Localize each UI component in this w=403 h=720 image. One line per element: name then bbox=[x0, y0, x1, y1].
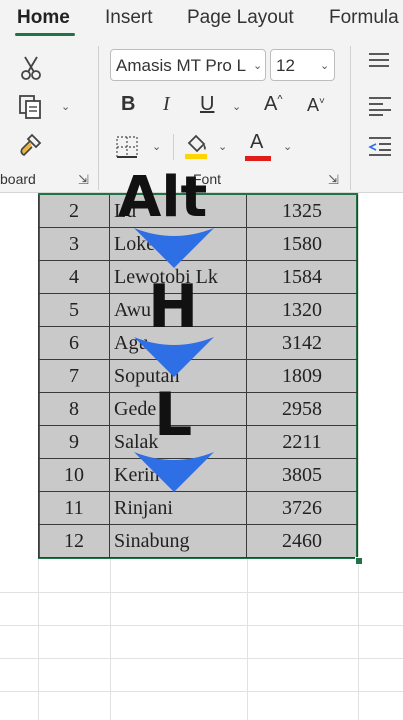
fill-color-icon[interactable] bbox=[183, 132, 209, 164]
gridline bbox=[0, 658, 403, 659]
elevation-cell[interactable]: 1325 bbox=[247, 195, 358, 228]
tab-page-layout[interactable]: Page Layout bbox=[187, 7, 294, 29]
font-color-chevron-icon[interactable]: ⌄ bbox=[283, 140, 292, 153]
copy-icon[interactable] bbox=[18, 94, 44, 124]
elevation-cell[interactable]: 3142 bbox=[247, 327, 358, 360]
row-number-cell[interactable]: 7 bbox=[38, 360, 110, 393]
shrink-font-letter: A bbox=[307, 95, 320, 115]
font-size-value: 12 bbox=[276, 56, 295, 75]
format-divider bbox=[173, 134, 174, 160]
borders-icon[interactable] bbox=[116, 136, 138, 162]
elevation-cell[interactable]: 2211 bbox=[247, 426, 358, 459]
group-divider bbox=[98, 46, 99, 190]
caret-down-icon: ˅ bbox=[319, 96, 325, 107]
mountain-name-cell[interactable]: Sinabung bbox=[110, 525, 247, 558]
elevation-cell[interactable]: 3805 bbox=[247, 459, 358, 492]
clipboard-group-label: board bbox=[0, 171, 36, 187]
font-size-chevron-icon[interactable]: ⌄ bbox=[320, 59, 329, 72]
borders-chevron-icon[interactable]: ⌄ bbox=[152, 140, 161, 153]
caret-up-icon: ^ bbox=[277, 93, 283, 106]
mountain-name-cell[interactable]: Rinjani bbox=[110, 492, 247, 525]
keystroke-l: L bbox=[154, 380, 193, 450]
italic-button[interactable]: I bbox=[163, 94, 170, 114]
font-dialog-launcher-icon[interactable]: ⇲ bbox=[328, 172, 339, 188]
shrink-font-button[interactable]: A˅ bbox=[307, 96, 325, 114]
row-number-cell[interactable]: 6 bbox=[38, 327, 110, 360]
fill-handle[interactable] bbox=[355, 557, 363, 565]
grow-font-button[interactable]: A^ bbox=[264, 94, 283, 114]
font-color-letter: A bbox=[250, 131, 264, 153]
table-row: 11 Rinjani 3726 bbox=[38, 492, 358, 525]
keystroke-alt: Alt bbox=[118, 165, 208, 230]
row-number-cell[interactable]: 2 bbox=[38, 195, 110, 228]
decrease-indent-icon[interactable] bbox=[367, 136, 393, 160]
font-color-swatch bbox=[245, 156, 271, 161]
gridline bbox=[358, 193, 359, 720]
gridline bbox=[0, 592, 403, 593]
elevation-cell[interactable]: 1584 bbox=[247, 261, 358, 294]
ribbon-tabs: Home Insert Page Layout Formula bbox=[0, 0, 403, 40]
keystroke-h: H bbox=[148, 272, 199, 342]
underline-chevron-icon[interactable]: ⌄ bbox=[232, 100, 241, 113]
align-left-icon[interactable] bbox=[367, 96, 393, 120]
clipboard-dialog-launcher-icon[interactable]: ⇲ bbox=[78, 172, 89, 188]
arrow-down-icon bbox=[134, 452, 214, 492]
table-row: 8 Gede 2958 bbox=[38, 393, 358, 426]
elevation-cell[interactable]: 1809 bbox=[247, 360, 358, 393]
tab-insert[interactable]: Insert bbox=[105, 7, 153, 29]
table-row: 12 Sinabung 2460 bbox=[38, 525, 358, 558]
font-color-button[interactable]: A bbox=[250, 132, 263, 152]
align-top-icon[interactable] bbox=[367, 52, 391, 72]
row-number-cell[interactable]: 10 bbox=[38, 459, 110, 492]
tab-formulas[interactable]: Formula bbox=[329, 7, 399, 29]
row-number-cell[interactable]: 5 bbox=[38, 294, 110, 327]
bold-button[interactable]: B bbox=[121, 94, 135, 114]
arrow-down-icon bbox=[134, 228, 214, 268]
active-tab-indicator bbox=[15, 33, 75, 36]
row-number-cell[interactable]: 8 bbox=[38, 393, 110, 426]
group-divider bbox=[350, 46, 351, 190]
fill-color-chevron-icon[interactable]: ⌄ bbox=[218, 140, 227, 153]
tab-home[interactable]: Home bbox=[17, 7, 70, 29]
elevation-cell[interactable]: 1580 bbox=[247, 228, 358, 261]
row-number-cell[interactable]: 11 bbox=[38, 492, 110, 525]
row-number-cell[interactable]: 3 bbox=[38, 228, 110, 261]
grow-font-letter: A bbox=[264, 93, 278, 115]
copy-dropdown-chevron-icon[interactable]: ⌄ bbox=[61, 100, 70, 113]
gridline bbox=[0, 691, 403, 692]
font-name-value: Amasis MT Pro L bbox=[116, 56, 247, 75]
font-name-combobox[interactable]: Amasis MT Pro L bbox=[110, 49, 266, 81]
cut-icon[interactable] bbox=[20, 55, 42, 85]
row-number-cell[interactable]: 9 bbox=[38, 426, 110, 459]
elevation-cell[interactable]: 3726 bbox=[247, 492, 358, 525]
gridline bbox=[0, 625, 403, 626]
elevation-cell[interactable]: 1320 bbox=[247, 294, 358, 327]
row-number-cell[interactable]: 4 bbox=[38, 261, 110, 294]
elevation-cell[interactable]: 2958 bbox=[247, 393, 358, 426]
arrow-down-icon bbox=[134, 337, 214, 377]
elevation-cell[interactable]: 2460 bbox=[247, 525, 358, 558]
font-name-chevron-icon[interactable]: ⌄ bbox=[253, 59, 262, 72]
row-number-cell[interactable]: 12 bbox=[38, 525, 110, 558]
format-painter-icon[interactable] bbox=[18, 132, 44, 162]
underline-button[interactable]: U bbox=[200, 94, 214, 114]
